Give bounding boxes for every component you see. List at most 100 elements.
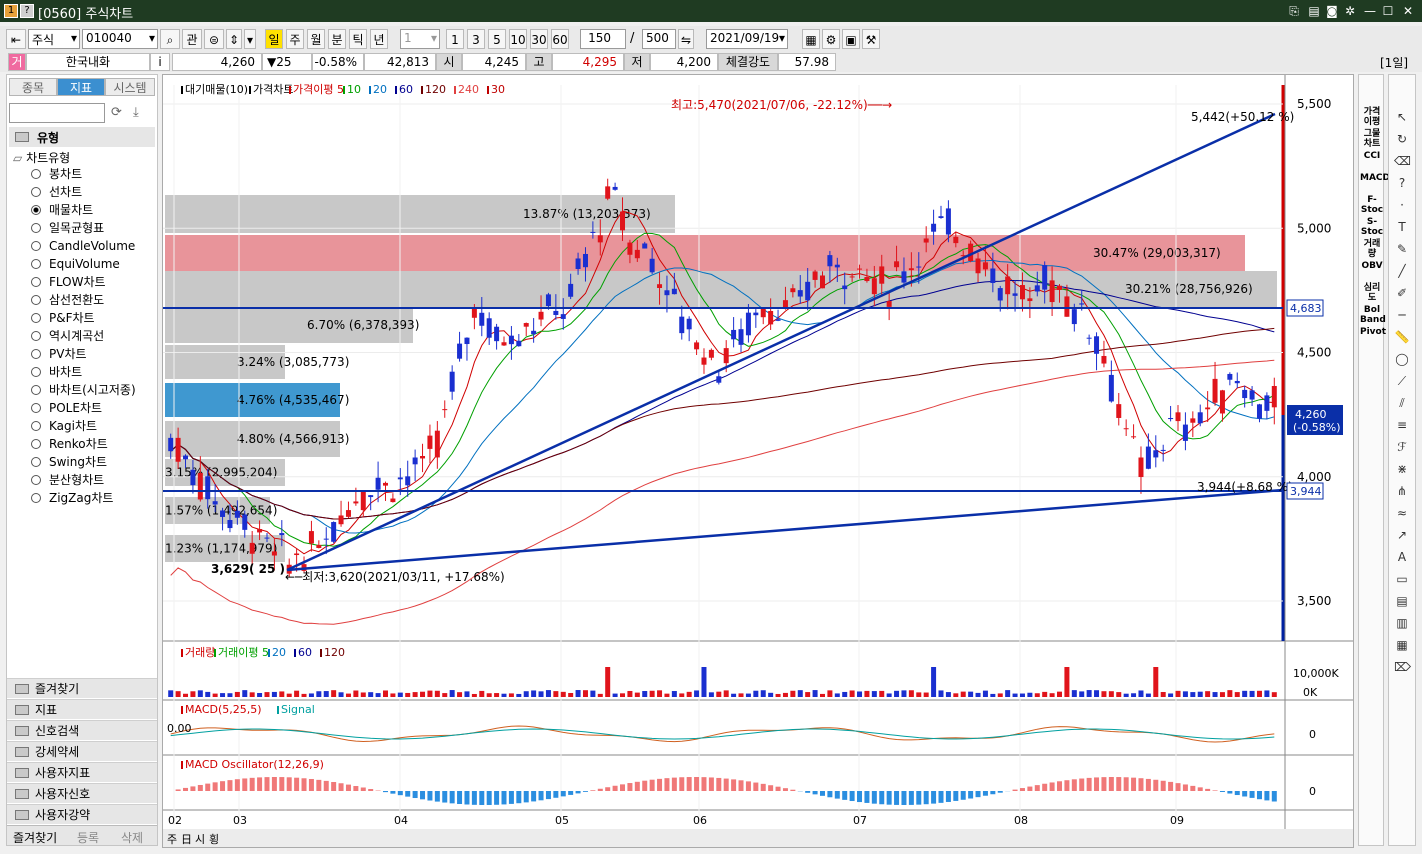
chart-icon[interactable]: ▥ — [1394, 615, 1410, 631]
footer-favorites[interactable]: 즐겨찾기 — [13, 829, 57, 846]
radio-icon[interactable] — [31, 295, 41, 305]
folder-item[interactable]: 강세약세 — [7, 741, 157, 761]
chart-type-item[interactable]: PV차트 — [31, 345, 87, 363]
maximize-icon[interactable]: ☐ — [1380, 3, 1396, 19]
folder-item[interactable]: 사용자강약 — [7, 804, 157, 824]
tab-stock[interactable]: 종목 — [9, 78, 57, 96]
help-icon[interactable]: ? — [20, 4, 34, 18]
radio-icon[interactable] — [31, 385, 41, 395]
pen-icon[interactable]: ✐ — [1394, 285, 1410, 301]
cursor-icon[interactable]: ↖ — [1394, 109, 1410, 125]
rotate-icon[interactable]: ↻ — [1394, 131, 1410, 147]
chart-type-item[interactable]: CandleVolume — [31, 237, 135, 255]
chart-area[interactable]: 1.23% (1,174,979) 1.57% (1,492,654) 3.15% … — [162, 74, 1354, 848]
indicator-shortcut[interactable]: 가격이평 — [1360, 107, 1384, 127]
indicator-shortcut[interactable]: 그물차트 — [1360, 129, 1384, 149]
group-button[interactable]: 관 — [182, 29, 202, 49]
window-icon[interactable]: ▭ — [1394, 571, 1410, 587]
dropdown-icon[interactable]: ▾ — [244, 29, 256, 49]
chart-type-item[interactable]: 삼선전환도 — [31, 291, 104, 309]
chart-type-item[interactable]: FLOW차트 — [31, 273, 106, 291]
interval-select[interactable]: 1 ▾ — [400, 29, 440, 49]
link-group-icon[interactable]: ⊜ — [204, 29, 224, 49]
indicator-shortcut[interactable]: Bol Band — [1360, 305, 1386, 325]
chart-settings-icon[interactable]: ▦ — [802, 29, 820, 49]
radio-icon[interactable] — [31, 493, 41, 503]
save-icon[interactable]: ▣ — [842, 29, 860, 49]
period-year[interactable]: 년 — [370, 29, 388, 49]
tab-indicator[interactable]: 지표 — [57, 78, 105, 96]
indicator-shortcut[interactable]: 심리도 — [1360, 283, 1384, 303]
line-icon[interactable]: ╱ — [1394, 263, 1410, 279]
apply-icon[interactable]: ⇋ — [678, 29, 694, 49]
delete-icon[interactable]: ⌦ — [1394, 659, 1411, 675]
capture-icon[interactable]: ◙ — [1324, 3, 1340, 19]
gear-icon[interactable]: ✲ — [1342, 3, 1358, 19]
radio-icon[interactable] — [31, 223, 41, 233]
period-week[interactable]: 주 — [286, 29, 304, 49]
ellipse-icon[interactable]: ◯ — [1394, 351, 1410, 367]
chart-type-item[interactable]: 바차트 — [31, 363, 82, 381]
prev-stock-icon[interactable]: ⇤ — [6, 29, 26, 49]
trend-line-icon[interactable]: ⟋ — [1394, 373, 1410, 389]
radio-icon[interactable] — [31, 403, 41, 413]
indicator-search-input[interactable] — [9, 103, 105, 123]
download-icon[interactable]: ⤓ — [133, 105, 139, 120]
ruler-icon[interactable]: 📏 — [1394, 329, 1410, 345]
chart-type-item[interactable]: 역시계곡선 — [31, 327, 104, 345]
indicator-shortcut[interactable]: OBV — [1360, 261, 1384, 271]
question-icon[interactable]: ? — [1394, 175, 1410, 191]
radio-icon[interactable] — [31, 241, 41, 251]
chart-type-item[interactable]: 바차트(시고저종) — [31, 381, 136, 399]
chart-type-item[interactable]: POLE차트 — [31, 399, 102, 417]
chart-type-item[interactable]: Swing차트 — [31, 453, 107, 471]
table-icon[interactable]: ▦ — [1394, 637, 1410, 653]
indicator-shortcut[interactable]: 거래량 — [1360, 239, 1384, 259]
chart-type-item[interactable]: 봉차트 — [31, 165, 82, 183]
wave-icon[interactable]: ≈ — [1394, 505, 1410, 521]
radio-icon[interactable] — [31, 259, 41, 269]
chart-type-item[interactable]: 일목균형표 — [31, 219, 104, 237]
parallel-icon[interactable]: ≡ — [1394, 417, 1410, 433]
folder-item[interactable]: 사용자지표 — [7, 762, 157, 782]
type-section-header[interactable]: 유형 — [9, 127, 155, 147]
period-day[interactable]: 일 — [265, 29, 283, 49]
radio-icon[interactable] — [31, 313, 41, 323]
interval-60[interactable]: 60 — [551, 29, 569, 49]
footer-delete[interactable]: 삭제 — [121, 829, 143, 846]
total-input[interactable]: 500 — [642, 29, 676, 49]
info-icon[interactable]: i — [150, 53, 170, 71]
channel-icon[interactable]: ⫽ — [1394, 395, 1410, 411]
period-minute[interactable]: 분 — [328, 29, 346, 49]
period-tick[interactable]: 틱 — [349, 29, 367, 49]
dot-icon[interactable]: · — [1394, 197, 1410, 213]
footer-register[interactable]: 등록 — [77, 829, 99, 846]
radio-icon[interactable] — [31, 367, 41, 377]
folder-item[interactable]: 지표 — [7, 699, 157, 719]
indicator-shortcut[interactable]: S-Stoc — [1360, 217, 1384, 237]
interval-5[interactable]: 5 — [488, 29, 506, 49]
arrow-icon[interactable]: ↗ — [1394, 527, 1410, 543]
spin-icon[interactable]: ⇕ — [226, 29, 242, 49]
period-month[interactable]: 월 — [307, 29, 325, 49]
horizontal-line-icon[interactable]: ─ — [1394, 307, 1410, 323]
eraser-icon[interactable]: ⌫ — [1394, 153, 1411, 169]
search-icon[interactable]: ⌕ — [160, 29, 180, 49]
radio-icon[interactable] — [31, 277, 41, 287]
chart-type-category[interactable]: ▱ 차트유형 — [13, 149, 70, 166]
chart-type-item[interactable]: 매물차트 — [31, 201, 93, 219]
count-input[interactable]: 150 — [580, 29, 626, 49]
radio-icon[interactable] — [31, 349, 41, 359]
chart-type-item[interactable]: P&F차트 — [31, 309, 95, 327]
link-icon[interactable]: ⎘ — [1286, 3, 1302, 19]
close-icon[interactable]: ✕ — [1400, 3, 1416, 19]
radio-icon[interactable] — [31, 331, 41, 341]
gann-icon[interactable]: ⋇ — [1394, 461, 1410, 477]
interval-1[interactable]: 1 — [446, 29, 464, 49]
chart-type-item[interactable]: 선차트 — [31, 183, 82, 201]
indicator-shortcut[interactable]: F-Stoc — [1360, 195, 1384, 215]
radio-icon[interactable] — [31, 205, 41, 215]
radio-icon[interactable] — [31, 457, 41, 467]
text-icon[interactable]: T — [1394, 219, 1410, 235]
radio-icon[interactable] — [31, 475, 41, 485]
